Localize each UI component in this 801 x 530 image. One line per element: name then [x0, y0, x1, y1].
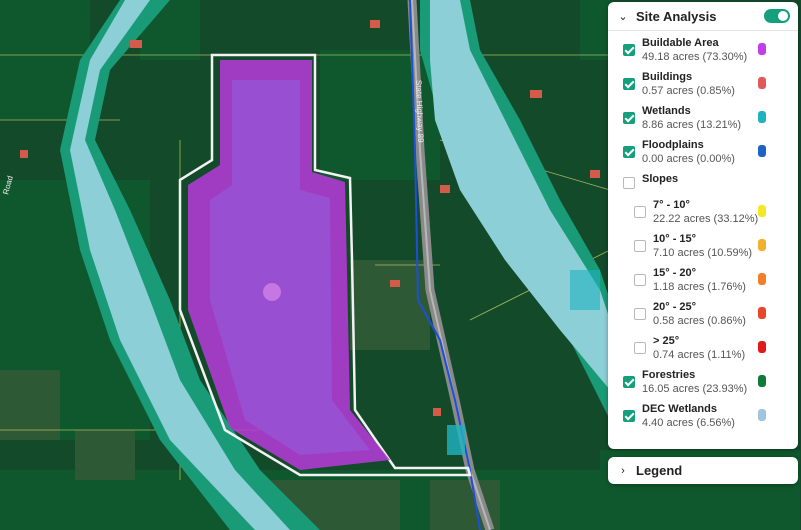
layer-label: > 25° [653, 335, 680, 347]
wetland-patch [447, 425, 465, 455]
layer-color-swatch [758, 307, 766, 319]
toggle-knob [778, 11, 788, 21]
layer-label: Wetlands [642, 105, 691, 117]
layer-acreage: 22.22 acres (33.12%) [653, 213, 759, 225]
layer-checkbox[interactable] [623, 146, 635, 158]
layer-color-swatch [758, 239, 766, 251]
site-analysis-header[interactable]: ⌄ Site Analysis [608, 2, 798, 31]
layer-label: 7° - 10° [653, 199, 690, 211]
layer-row[interactable]: Floodplains 0.00 acres (0.00%) [608, 138, 798, 170]
layer-checkbox[interactable] [623, 112, 635, 124]
chevron-right-icon[interactable]: › [616, 465, 630, 477]
site-analysis-title: Site Analysis [636, 8, 717, 24]
layer-row[interactable]: Forestries 16.05 acres (23.93%) [608, 368, 798, 400]
layer-checkbox[interactable] [634, 308, 646, 320]
layer-acreage: 8.86 acres (13.21%) [642, 119, 742, 131]
layer-label: 20° - 25° [653, 301, 697, 313]
layer-label: Floodplains [642, 139, 704, 151]
layer-checkbox[interactable] [623, 78, 635, 90]
layer-checkbox[interactable] [623, 44, 635, 56]
layer-color-swatch [758, 341, 766, 353]
layer-label: DEC Wetlands [642, 403, 717, 415]
layer-checkbox[interactable] [634, 342, 646, 354]
site-analysis-toggle[interactable] [764, 9, 790, 23]
layer-row[interactable]: 7° - 10° 22.22 acres (33.12%) [608, 198, 798, 230]
layer-checkbox[interactable] [623, 177, 635, 189]
layer-row[interactable]: DEC Wetlands 4.40 acres (6.56%) [608, 402, 798, 434]
layer-color-swatch [758, 273, 766, 285]
layer-color-swatch [758, 145, 766, 157]
layer-row[interactable]: 20° - 25° 0.58 acres (0.86%) [608, 300, 798, 332]
layer-acreage: 7.10 acres (10.59%) [653, 247, 753, 259]
layer-color-swatch [758, 409, 766, 421]
layer-checkbox[interactable] [634, 240, 646, 252]
layer-checkbox[interactable] [623, 376, 635, 388]
layer-acreage: 16.05 acres (23.93%) [642, 383, 748, 395]
layer-color-swatch [758, 205, 766, 217]
layer-acreage: 0.57 acres (0.85%) [642, 85, 735, 97]
layer-acreage: 0.58 acres (0.86%) [653, 315, 746, 327]
layer-color-swatch [758, 43, 766, 55]
site-centroid[interactable] [263, 283, 281, 301]
layer-label: 10° - 15° [653, 233, 697, 245]
layer-label: Buildable Area [642, 37, 719, 49]
layer-acreage: 4.40 acres (6.56%) [642, 417, 735, 429]
layer-row[interactable]: Buildable Area 49.18 acres (73.30%) [608, 36, 798, 68]
layer-label: Slopes [642, 173, 679, 185]
layer-checkbox[interactable] [634, 206, 646, 218]
layer-row[interactable]: Buildings 0.57 acres (0.85%) [608, 70, 798, 102]
layer-label: 15° - 20° [653, 267, 697, 279]
layer-label: Forestries [642, 369, 696, 381]
layer-color-swatch [758, 375, 766, 387]
layer-label: Buildings [642, 71, 693, 83]
layer-acreage: 49.18 acres (73.30%) [642, 51, 748, 63]
layer-row[interactable]: 15° - 20° 1.18 acres (1.76%) [608, 266, 798, 298]
layer-row[interactable]: Wetlands 8.86 acres (13.21%) [608, 104, 798, 136]
layer-acreage: 0.74 acres (1.11%) [653, 349, 746, 361]
site-analysis-panel: ⌄ Site Analysis Buildable Area 49.18 acre… [608, 2, 798, 449]
wetland-patch [570, 270, 600, 310]
legend-panel[interactable]: › Legend [608, 457, 798, 484]
chevron-down-icon[interactable]: ⌄ [616, 10, 630, 23]
layer-color-swatch [758, 77, 766, 89]
legend-title: Legend [636, 463, 683, 478]
layer-row[interactable]: > 25° 0.74 acres (1.11%) [608, 334, 798, 366]
layer-checkbox[interactable] [623, 410, 635, 422]
layer-acreage: 0.00 acres (0.00%) [642, 153, 735, 165]
layer-checkbox[interactable] [634, 274, 646, 286]
layer-acreage: 1.18 acres (1.76%) [653, 281, 746, 293]
layer-color-swatch [758, 111, 766, 123]
layer-row[interactable]: 10° - 15° 7.10 acres (10.59%) [608, 232, 798, 264]
